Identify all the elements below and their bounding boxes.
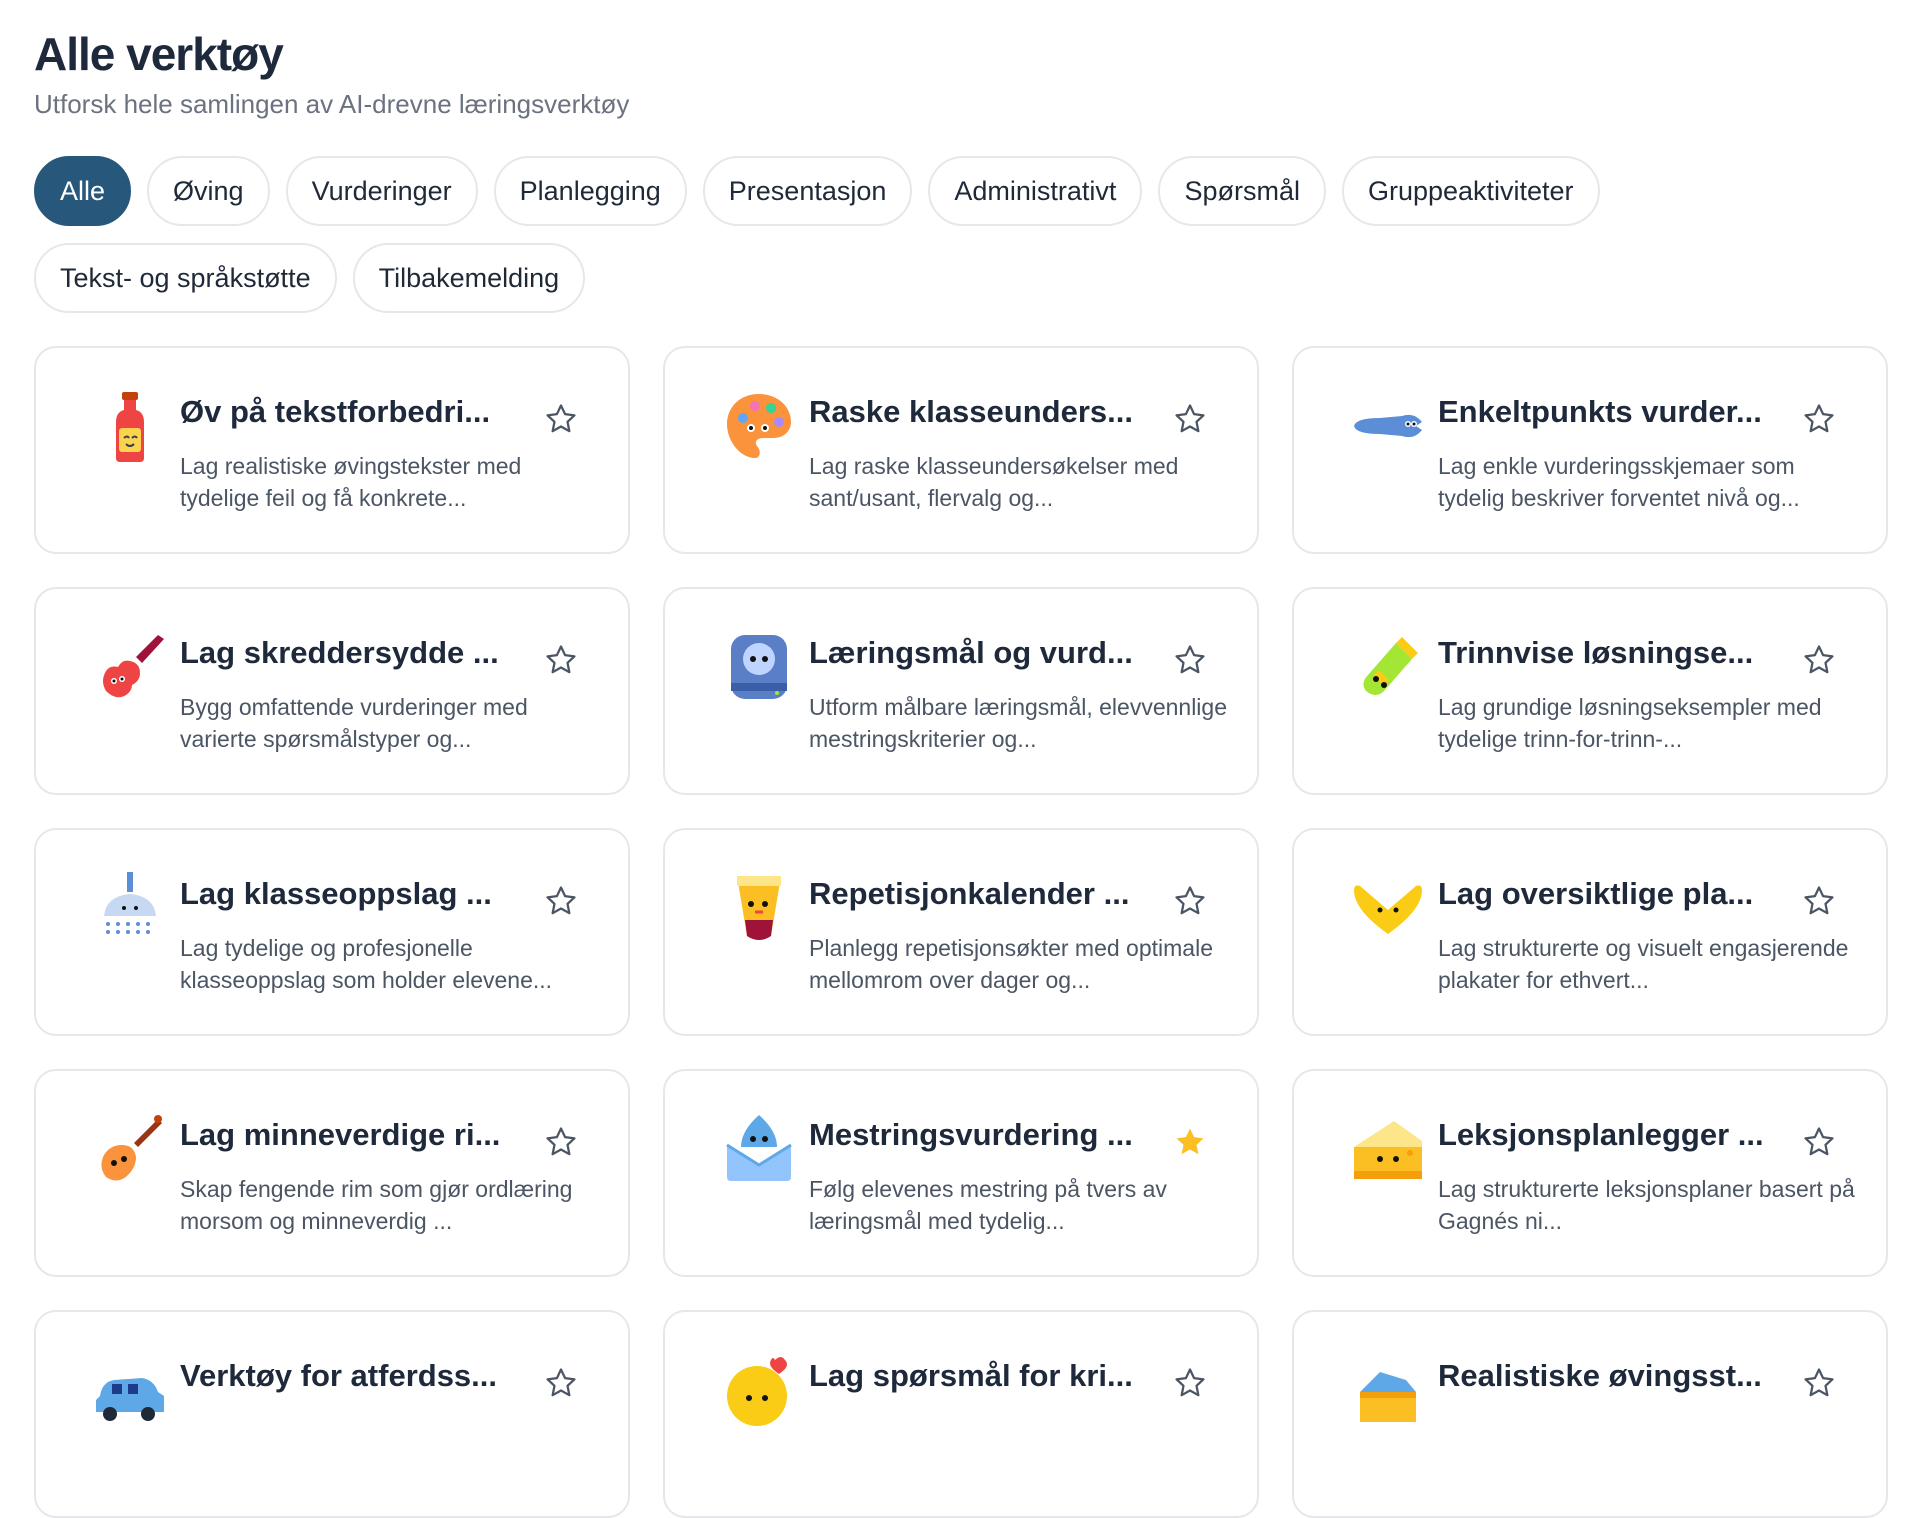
star-outline-icon[interactable] — [544, 1125, 578, 1159]
tool-card-description: Følg elevenes mestring på tvers av lærin… — [809, 1176, 1167, 1234]
tool-card-title: Repetisjonkalender ... — [809, 876, 1130, 911]
filter-chip-vurderinger[interactable]: Vurderinger — [285, 156, 478, 226]
filter-chip-tekst-sprakstotte[interactable]: Tekst- og språkstøtte — [34, 243, 337, 313]
smiley-heart-icon — [721, 1352, 797, 1428]
filter-chip-oving[interactable]: Øving — [147, 156, 270, 226]
tool-card[interactable]: Læringsmål og vurd... Utform målbare læri… — [663, 587, 1259, 795]
page-subtitle: Utforsk hele samlingen av AI-drevne læri… — [34, 89, 630, 119]
champagne-icon — [1350, 629, 1426, 705]
tool-card[interactable]: Realistiske øvingsst... — [1292, 1310, 1888, 1518]
tool-card-title: Lag minneverdige ri... — [180, 1117, 501, 1152]
filter-chip-tilbakemelding[interactable]: Tilbakemelding — [352, 243, 586, 313]
star-outline-icon[interactable] — [1802, 643, 1836, 677]
tool-card-description: Lag strukturerte leksjonsplaner basert p… — [1438, 1176, 1855, 1234]
tool-card[interactable]: Trinnvise løsningse... Lag grundige løsni… — [1292, 587, 1888, 795]
tool-card-title: Lag spørsmål for kri... — [809, 1358, 1133, 1393]
tool-card-description: Skap fengende rim som gjør ordlæring mor… — [180, 1176, 573, 1234]
filter-chip-label: Gruppeaktiviteter — [1367, 175, 1574, 206]
heart-hands-icon — [1350, 870, 1426, 946]
filter-chip-label: Øving — [173, 175, 244, 206]
tool-card-description: Lag strukturerte og visuelt engasjerende… — [1438, 935, 1849, 993]
filter-chip-alle[interactable]: Alle — [34, 156, 132, 226]
filter-chip-sporsmal[interactable]: Spørsmål — [1158, 156, 1326, 226]
tool-card-title: Leksjonsplanlegger ... — [1438, 1117, 1764, 1152]
filter-chip-presentasjon[interactable]: Presentasjon — [702, 156, 913, 226]
mail-icon — [721, 1111, 797, 1187]
filter-chip-administrativt[interactable]: Administrativt — [928, 156, 1143, 226]
tool-card-title: Enkeltpunkts vurder... — [1438, 394, 1762, 429]
tool-card[interactable]: Repetisjonkalender ... Planlegg repetisjo… — [663, 828, 1259, 1036]
guitar-icon — [92, 629, 168, 705]
tool-card[interactable]: Lag skreddersydde ... Bygg omfattende vur… — [34, 587, 630, 795]
tool-card[interactable]: Lag spørsmål for kri... — [663, 1310, 1259, 1518]
tool-card[interactable]: Lag minneverdige ri... Skap fengende rim … — [34, 1069, 630, 1277]
filter-chip-planlegging[interactable]: Planlegging — [493, 156, 687, 226]
tool-card-title: Mestringsvurdering ... — [809, 1117, 1133, 1152]
tool-card-title: Øv på tekstforbedri... — [180, 394, 491, 429]
tool-card-title: Realistiske øvingsst... — [1438, 1358, 1762, 1393]
star-outline-icon[interactable] — [544, 643, 578, 677]
star-outline-icon[interactable] — [1802, 1125, 1836, 1159]
tool-card-title: Lag klasseoppslag ... — [180, 876, 492, 911]
cheese-icon — [1350, 1111, 1426, 1187]
tool-card[interactable]: Enkeltpunkts vurder... Lag enkle vurderin… — [1292, 346, 1888, 554]
tool-card[interactable]: Verktøy for atferdss... — [34, 1310, 630, 1518]
tool-card-title: Verktøy for atferdss... — [180, 1358, 498, 1393]
star-outline-icon[interactable] — [1802, 402, 1836, 436]
tool-card-description: Lag enkle vurderingsskjemaer som tydelig… — [1438, 453, 1800, 511]
drink-icon — [721, 870, 797, 946]
star-outline-icon[interactable] — [544, 402, 578, 436]
star-outline-icon[interactable] — [544, 884, 578, 918]
tool-card-title: Raske klasseunders... — [809, 394, 1133, 429]
car-icon — [92, 1352, 168, 1428]
tool-card-description: Lag grundige løsningseksempler med tydel… — [1438, 694, 1822, 752]
star-outline-icon[interactable] — [1173, 402, 1207, 436]
star-outline-icon[interactable] — [1173, 643, 1207, 677]
category-filters: Alle Øving Vurderinger Planlegging Prese… — [34, 156, 1734, 313]
tool-card[interactable]: Leksjonsplanlegger ... Lag strukturerte l… — [1292, 1069, 1888, 1277]
tool-grid: Øv på tekstforbedri... Lag realistiske øv… — [34, 346, 1890, 1518]
star-filled-icon[interactable] — [1173, 1125, 1207, 1159]
tool-card-title: Trinnvise løsningse... — [1438, 635, 1754, 670]
tool-card-description: Planlegg repetisjonsøkter med optimale m… — [809, 935, 1213, 993]
tool-card-description: Lag realistiske øvingstekster med tydeli… — [180, 453, 522, 511]
tool-card-description: Lag raske klasseundersøkelser med sant/u… — [809, 453, 1179, 511]
tool-card-title: Lag skreddersydde ... — [180, 635, 499, 670]
tool-card[interactable]: Mestringsvurdering ... Følg elevenes mest… — [663, 1069, 1259, 1277]
tool-card-title: Lag oversiktlige pla... — [1438, 876, 1754, 911]
filter-chip-label: Planlegging — [519, 175, 661, 206]
palette-icon — [721, 388, 797, 464]
tool-card-description: Utform målbare læringsmål, elevvennlige … — [809, 694, 1227, 752]
box-icon — [1350, 1352, 1426, 1428]
filter-chip-label: Spørsmål — [1184, 175, 1300, 206]
tool-card[interactable]: Lag klasseoppslag ... Lag tydelige og pro… — [34, 828, 630, 1036]
all-tools-page: Alle verktøy Utforsk hele samlingen av A… — [34, 26, 1890, 1518]
tool-card-description: Bygg omfattende vurderinger med varierte… — [180, 694, 528, 752]
tool-card-description: Lag tydelige og profesjonelle klasseopps… — [180, 935, 553, 993]
tool-card[interactable]: Raske klasseunders... Lag raske klasseund… — [663, 346, 1259, 554]
filter-chip-label: Presentasjon — [728, 175, 887, 206]
page-title: Alle verktøy — [34, 28, 284, 80]
tool-card[interactable]: Lag oversiktlige pla... Lag strukturerte … — [1292, 828, 1888, 1036]
filter-chip-label: Tilbakemelding — [378, 262, 560, 293]
shower-icon — [92, 870, 168, 946]
star-outline-icon[interactable] — [1173, 884, 1207, 918]
star-outline-icon[interactable] — [1802, 884, 1836, 918]
tool-card[interactable]: Øv på tekstforbedri... Lag realistiske øv… — [34, 346, 630, 554]
filter-chip-label: Tekst- og språkstøtte — [60, 262, 311, 293]
filter-chip-gruppeaktiviteter[interactable]: Gruppeaktiviteter — [1341, 156, 1600, 226]
filter-chip-label: Alle — [60, 175, 106, 206]
radio-icon — [721, 629, 797, 705]
filter-chip-label: Administrativt — [954, 175, 1117, 206]
filter-chip-label: Vurderinger — [311, 175, 452, 206]
fish-icon — [1350, 388, 1426, 464]
tool-card-title: Læringsmål og vurd... — [809, 635, 1133, 670]
ukulele-icon — [92, 1111, 168, 1187]
bottle-icon — [92, 388, 168, 464]
